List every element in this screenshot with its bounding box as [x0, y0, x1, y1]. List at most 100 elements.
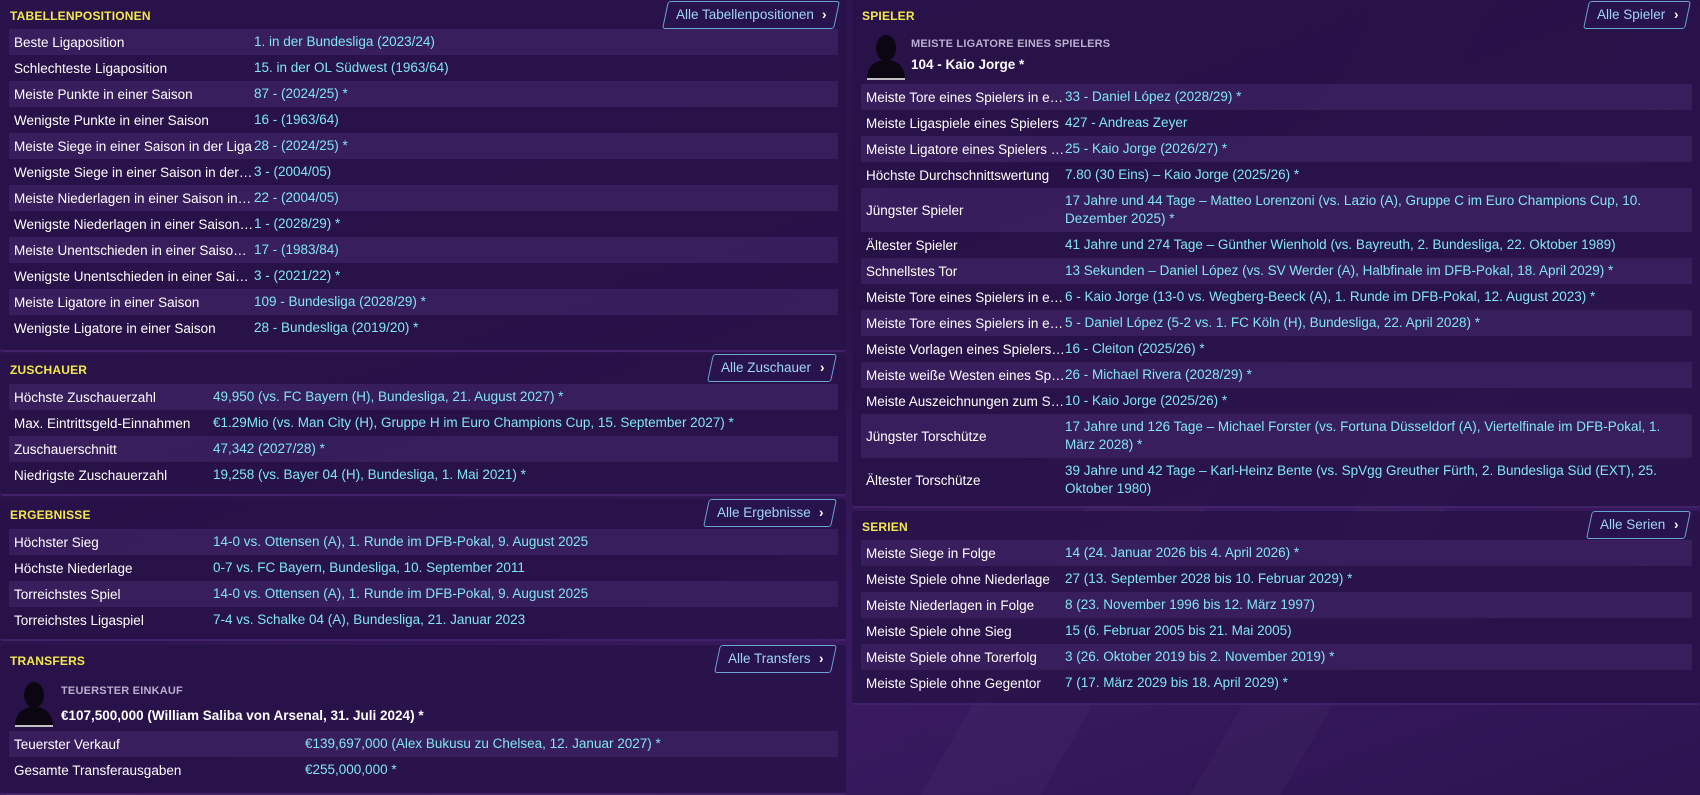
record-label: Jüngster Spieler [866, 202, 964, 218]
record-row: Ältester Torschütze 39 Jahre und 42 Tage … [861, 458, 1692, 502]
record-value[interactable]: 28 - Bundesliga (2019/20) * [254, 319, 838, 337]
record-row: Wenigste Punkte in einer Saison 16 - (196… [9, 107, 838, 133]
record-value[interactable]: 26 - Michael Rivera (2028/29) * [1065, 366, 1692, 384]
record-value[interactable]: 3 - (2004/05) [254, 163, 838, 181]
transfers-list: Teuerster Verkauf €139,697,000 (Alex Buku… [9, 731, 838, 783]
record-row: Schnellstes Tor 13 Sekunden – Daniel Lópe… [861, 258, 1692, 284]
record-value[interactable]: 39 Jahre und 42 Tage – Karl-Heinz Bente … [1065, 462, 1692, 498]
record-label: Ältester Spieler [866, 237, 958, 253]
record-value[interactable]: 17 Jahre und 44 Tage – Matteo Lorenzoni … [1065, 192, 1692, 228]
record-value[interactable]: 33 - Daniel López (2028/29) * [1065, 88, 1692, 106]
record-value[interactable]: 25 - Kaio Jorge (2026/27) * [1065, 140, 1692, 158]
all-players-button[interactable]: Alle Spieler › [1582, 1, 1691, 29]
record-value[interactable]: 3 - (2021/22) * [254, 267, 838, 285]
record-label: Meiste Spiele ohne Torerfolg [866, 649, 1037, 665]
record-row: Meiste Niederlagen in Folge 8 (23. Novemb… [861, 592, 1692, 618]
record-row: Meiste Unentschieden in einer Saison i..… [9, 237, 838, 263]
record-value[interactable]: 5 - Daniel López (5-2 vs. 1. FC Köln (H)… [1065, 314, 1692, 332]
all-streaks-label: Alle Serien [1599, 517, 1665, 532]
record-value[interactable]: 22 - (2004/05) [254, 189, 838, 207]
record-label: Niedrigste Zuschauerzahl [14, 467, 168, 483]
record-row: Jüngster Spieler 17 Jahre und 44 Tage – M… [861, 188, 1692, 232]
record-value[interactable]: 15. in der OL Südwest (1963/64) [254, 59, 838, 77]
record-label: Max. Eintrittsgeld-Einnahmen [14, 415, 191, 431]
record-value[interactable]: 17 Jahre und 126 Tage – Michael Forster … [1065, 418, 1692, 454]
record-label: Wenigste Ligatore in einer Saison [14, 320, 216, 336]
record-label: Höchste Durchschnittswertung [866, 167, 1050, 183]
players-title: SPIELER [862, 9, 915, 23]
record-value[interactable]: 41 Jahre und 274 Tage – Günther Wienhold… [1065, 236, 1692, 254]
record-row: Wenigste Unentschieden in einer Saiso...… [9, 263, 838, 289]
record-label: Torreichstes Spiel [14, 586, 121, 602]
record-row: Meiste Spiele ohne Gegentor 7 (17. März 2… [861, 670, 1692, 696]
record-value[interactable]: €139,697,000 (Alex Bukusu zu Chelsea, 12… [305, 735, 838, 753]
league-positions-title: TABELLENPOSITIONEN [10, 9, 151, 23]
record-value[interactable]: 16 - (1963/64) [254, 111, 838, 129]
record-row: Gesamte Transferausgaben €255,000,000 * [9, 757, 838, 783]
record-label: Meiste Auszeichnungen zum Spi... [866, 393, 1065, 409]
record-label: Schlechteste Ligaposition [14, 60, 168, 76]
record-value[interactable]: 1. in der Bundesliga (2023/24) [254, 33, 838, 51]
record-row: Max. Eintrittsgeld-Einnahmen €1.29Mio (vs… [9, 410, 838, 436]
record-value[interactable]: 427 - Andreas Zeyer [1065, 114, 1692, 132]
chevron-right-icon: › [1673, 7, 1679, 22]
record-value[interactable]: 13 Sekunden – Daniel López (vs. SV Werde… [1065, 262, 1692, 280]
all-transfers-button[interactable]: Alle Transfers › [714, 645, 837, 673]
record-label: Meiste Niederlagen in einer Saison in d.… [14, 190, 254, 206]
record-value[interactable]: 14 (24. Januar 2026 bis 4. April 2026) * [1065, 544, 1692, 562]
record-value[interactable]: 16 - Cleiton (2025/26) * [1065, 340, 1692, 358]
results-title: ERGEBNISSE [10, 508, 91, 522]
record-value[interactable]: 7-4 vs. Schalke 04 (A), Bundesliga, 21. … [213, 611, 838, 629]
chevron-right-icon: › [819, 505, 825, 520]
record-row: Schlechteste Ligaposition 15. in der OL S… [9, 55, 838, 81]
record-label: Meiste Vorlagen eines Spielers i... [866, 341, 1065, 357]
record-label: Beste Ligaposition [14, 34, 125, 50]
record-value[interactable]: 14-0 vs. Ottensen (A), 1. Runde im DFB-P… [213, 585, 838, 603]
chevron-right-icon: › [1673, 517, 1679, 532]
attendance-list: Höchste Zuschauerzahl 49,950 (vs. FC Baye… [9, 384, 838, 488]
most-league-goals-value: 104 - Kaio Jorge * [911, 57, 1025, 72]
all-streaks-button[interactable]: Alle Serien › [1585, 511, 1691, 539]
player-silhouette-icon [867, 35, 905, 80]
record-value[interactable]: 14-0 vs. Ottensen (A), 1. Runde im DFB-P… [213, 533, 838, 551]
record-value[interactable]: 6 - Kaio Jorge (13-0 vs. Wegberg-Beeck (… [1065, 288, 1692, 306]
attendance-panel: ZUSCHAUER Alle Zuschauer › Höchste Zusch… [0, 354, 846, 496]
record-value[interactable]: €255,000,000 * [305, 761, 838, 779]
record-value[interactable]: 47,342 (2027/28) * [213, 440, 838, 458]
most-expensive-purchase-caption: TEUERSTER EINKAUF [61, 685, 183, 697]
record-value[interactable]: 7.80 (30 Eins) – Kaio Jorge (2025/26) * [1065, 166, 1692, 184]
record-row: Niedrigste Zuschauerzahl 19,258 (vs. Baye… [9, 462, 838, 488]
record-value[interactable]: 7 (17. März 2029 bis 18. April 2029) * [1065, 674, 1692, 692]
all-attendance-button[interactable]: Alle Zuschauer › [706, 354, 837, 382]
all-league-positions-label: Alle Tabellenpositionen [676, 7, 814, 22]
record-row: Wenigste Ligatore in einer Saison 28 - Bu… [9, 315, 838, 341]
record-value[interactable]: 10 - Kaio Jorge (2025/26) * [1065, 392, 1692, 410]
record-label: Meiste Niederlagen in Folge [866, 597, 1035, 613]
record-value[interactable]: 3 (26. Oktober 2019 bis 2. November 2019… [1065, 648, 1692, 666]
record-value[interactable]: 8 (23. November 1996 bis 12. März 1997) [1065, 596, 1692, 614]
record-value[interactable]: 15 (6. Februar 2005 bis 21. Mai 2005) [1065, 622, 1692, 640]
record-row: Wenigste Niederlagen in einer Saison i..… [9, 211, 838, 237]
record-label: Meiste Ligatore in einer Saison [14, 294, 200, 310]
all-league-positions-button[interactable]: Alle Tabellenpositionen › [662, 1, 840, 29]
record-label: Meiste Siege in Folge [866, 545, 996, 561]
record-label: Meiste weiße Westen eines Spie... [866, 367, 1065, 383]
all-results-button[interactable]: Alle Ergebnisse › [703, 499, 837, 527]
record-label: Höchste Niederlage [14, 560, 133, 576]
record-value[interactable]: €1.29Mio (vs. Man City (H), Gruppe H im … [213, 414, 838, 432]
record-value[interactable]: 19,258 (vs. Bayer 04 (H), Bundesliga, 1.… [213, 466, 838, 484]
record-value[interactable]: 109 - Bundesliga (2028/29) * [254, 293, 838, 311]
record-value[interactable]: 28 - (2024/25) * [254, 137, 838, 155]
record-value[interactable]: 87 - (2024/25) * [254, 85, 838, 103]
record-value[interactable]: 49,950 (vs. FC Bayern (H), Bundesliga, 2… [213, 388, 838, 406]
record-row: Meiste Tore eines Spielers in ein... 5 - … [861, 310, 1692, 336]
record-row: Meiste Tore eines Spielers in ein... 33 -… [861, 84, 1692, 110]
record-value[interactable]: 0-7 vs. FC Bayern, Bundesliga, 10. Septe… [213, 559, 838, 577]
record-value[interactable]: 1 - (2028/29) * [254, 215, 838, 233]
record-value[interactable]: 27 (13. September 2028 bis 10. Februar 2… [1065, 570, 1692, 588]
record-value[interactable]: 17 - (1983/84) [254, 241, 838, 259]
record-label: Meiste Tore eines Spielers in ein... [866, 315, 1065, 331]
record-label: Meiste Spiele ohne Sieg [866, 623, 1012, 639]
record-row: Torreichstes Ligaspiel 7-4 vs. Schalke 04… [9, 607, 838, 633]
league-positions-panel: TABELLENPOSITIONEN Alle Tabellenposition… [0, 0, 846, 352]
